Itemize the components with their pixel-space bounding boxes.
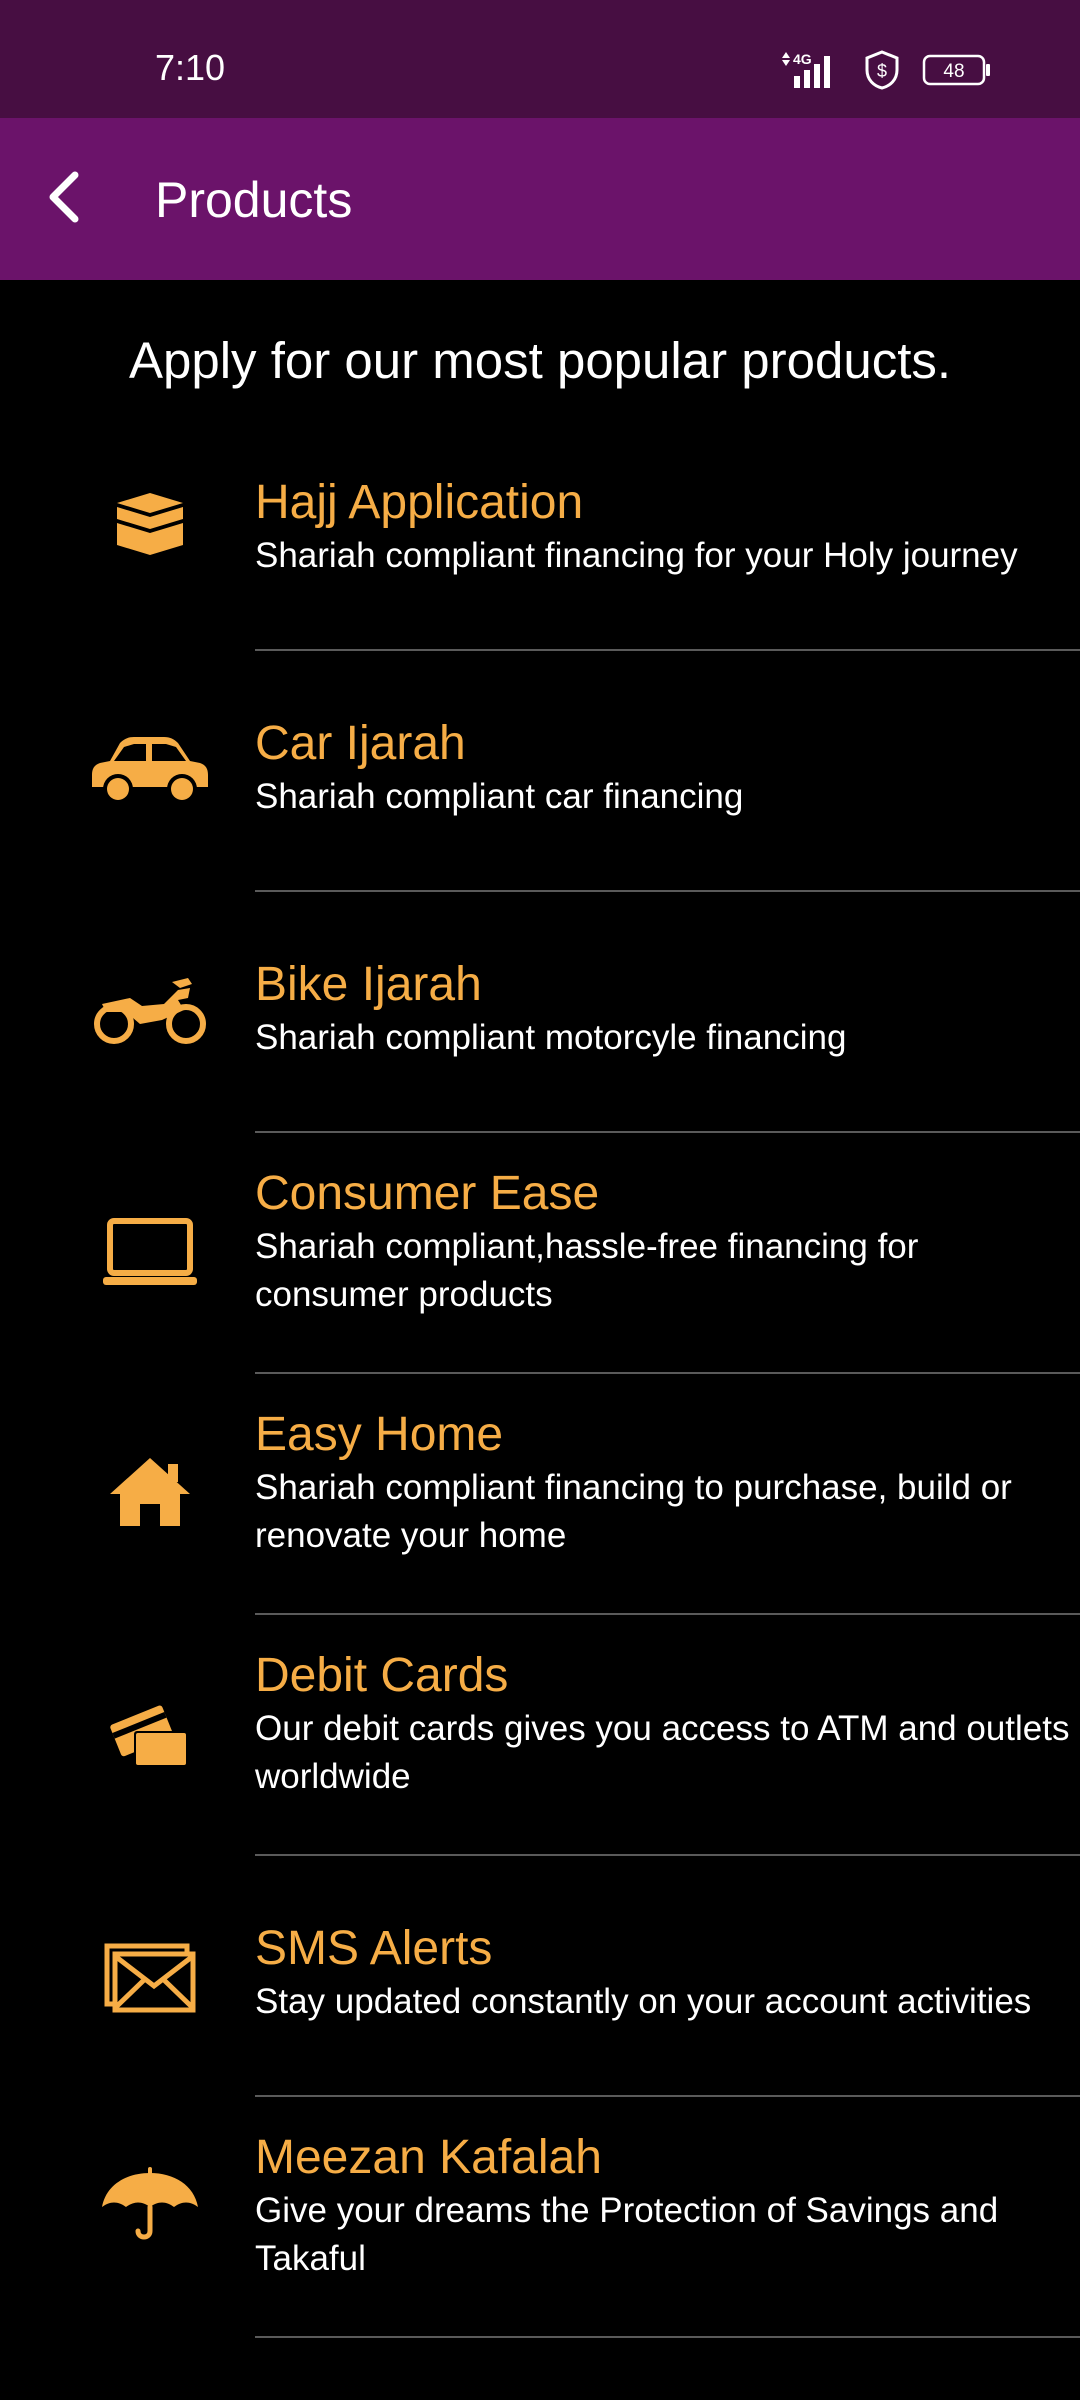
product-title: Hajj Application [255, 476, 584, 529]
product-title: Bike Ijarah [255, 958, 482, 1011]
battery-level: 48 [943, 61, 964, 82]
product-item-bike-ijarah[interactable]: Bike Ijarah Shariah compliant motorcyle … [0, 892, 1080, 1133]
car-icon [84, 705, 216, 837]
debit-card-icon [84, 1667, 216, 1799]
product-item-meezan-kafalah[interactable]: Meezan Kafalah Give your dreams the Prot… [0, 2097, 1080, 2338]
envelope-icon [84, 1912, 216, 2044]
product-item-consumer-ease[interactable]: Consumer Ease Shariah compliant,hassle-f… [0, 1133, 1080, 1374]
product-item-sms-alerts[interactable]: SMS Alerts Stay updated constantly on yo… [0, 1856, 1080, 2097]
product-item-debit-cards[interactable]: Debit Cards Our debit cards gives you ac… [0, 1615, 1080, 1856]
home-icon [84, 1426, 216, 1558]
intro-heading: Apply for our most popular products. [128, 332, 952, 389]
motorcycle-icon [84, 944, 216, 1076]
signal-icon: 4G [780, 50, 842, 90]
laptop-icon [84, 1187, 216, 1319]
product-item-car-ijarah[interactable]: Car Ijarah Shariah compliant car financi… [0, 651, 1080, 892]
product-title: SMS Alerts [255, 1922, 493, 1975]
status-icons: 4G $ 48 [780, 48, 992, 92]
umbrella-icon [84, 2139, 216, 2271]
network-type: 4G [793, 51, 812, 67]
divider [255, 2336, 1080, 2338]
svg-text:$: $ [877, 61, 887, 81]
product-list: Hajj Application Shariah compliant finan… [0, 410, 1080, 2338]
product-title: Meezan Kafalah [255, 2131, 602, 2184]
product-description: Stay updated constantly on your account … [255, 1982, 1032, 2021]
product-title: Easy Home [255, 1408, 504, 1461]
product-description: Shariah compliant financing for your Hol… [255, 536, 1018, 575]
app-bar: Products [0, 118, 1080, 280]
product-description: Give your dreams the Protection of Savin… [255, 2191, 999, 2278]
page-title: Products [155, 172, 353, 228]
product-title: Consumer Ease [255, 1167, 600, 1220]
product-description: Shariah compliant car financing [255, 777, 744, 816]
chevron-left-icon [45, 171, 85, 228]
product-description: Shariah compliant motorcyle financing [255, 1018, 847, 1057]
product-title: Debit Cards [255, 1649, 509, 1702]
kaaba-icon [84, 458, 216, 590]
shield-dollar-icon: $ [864, 50, 900, 90]
product-description: Shariah compliant,hassle-free financing … [255, 1227, 919, 1314]
product-item-easy-home[interactable]: Easy Home Shariah compliant financing to… [0, 1374, 1080, 1615]
product-description: Our debit cards gives you access to ATM … [255, 1709, 1070, 1796]
battery-icon: 48 [922, 53, 992, 87]
status-bar: 7:10 4G $ 48 [0, 0, 1080, 118]
product-title: Car Ijarah [255, 717, 466, 770]
product-description: Shariah compliant financing to purchase,… [255, 1468, 1012, 1555]
back-button[interactable] [24, 158, 106, 240]
status-time: 7:10 [155, 47, 226, 88]
product-item-hajj-application[interactable]: Hajj Application Shariah compliant finan… [0, 410, 1080, 651]
